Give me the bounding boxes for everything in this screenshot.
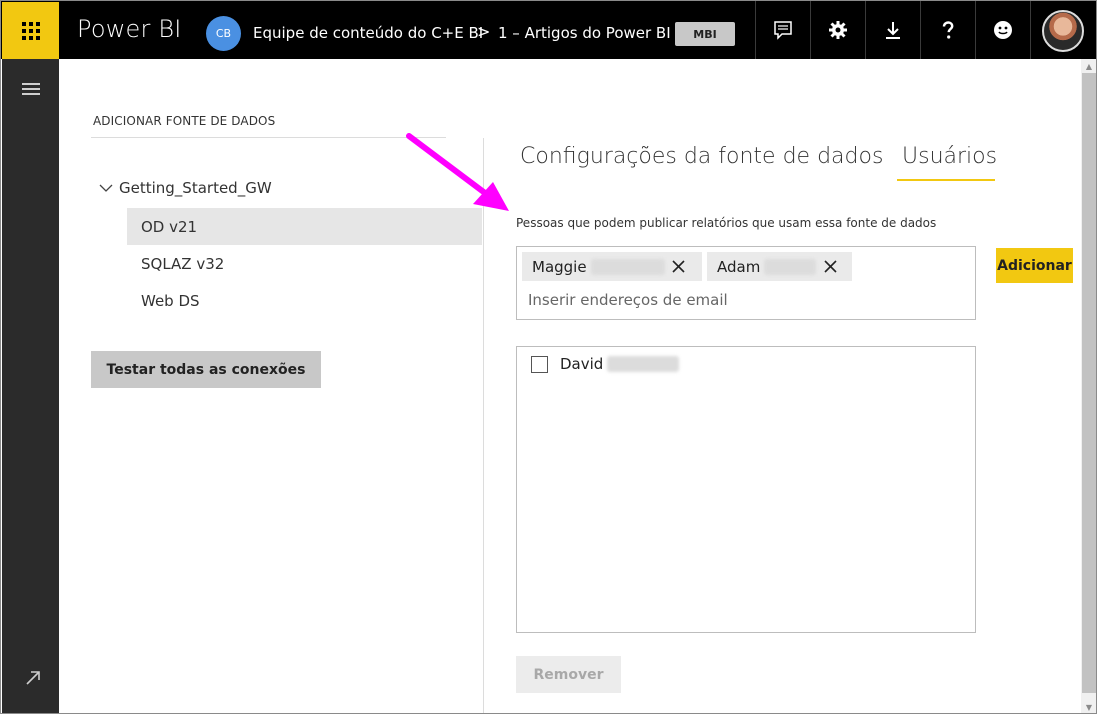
help-icon — [942, 21, 954, 39]
hamburger-menu-icon[interactable] — [22, 83, 40, 95]
users-list: David — [516, 346, 976, 633]
annotation-arrow-icon — [406, 133, 509, 211]
add-button[interactable]: Adicionar — [996, 248, 1073, 283]
download-icon — [886, 22, 900, 39]
nav-rail — [2, 59, 59, 713]
app-window: Power BI CB Equipe de conteúdo do C+E BI… — [0, 0, 1097, 714]
person-chip-name: Adam — [717, 257, 761, 276]
datasource-item-web-ds[interactable]: Web DS — [127, 282, 482, 319]
datasource-label: SQLAZ v32 — [141, 254, 225, 273]
app-launcher-button[interactable] — [2, 2, 59, 59]
section-divider — [91, 137, 446, 138]
datasource-label: OD v21 — [141, 217, 198, 236]
breadcrumb-workspace[interactable]: Equipe de conteúdo do C+E BI — [253, 24, 483, 42]
tab-datasource-settings[interactable]: Configurações da fonte de dados — [520, 144, 883, 169]
settings-button[interactable] — [811, 1, 865, 59]
close-icon — [824, 260, 837, 273]
datasource-item-sqlaz-v32[interactable]: SQLAZ v32 — [127, 245, 482, 282]
classification-badge: MBI — [675, 22, 735, 46]
app-title[interactable]: Power BI — [77, 15, 182, 43]
user-checkbox[interactable] — [531, 355, 548, 373]
scroll-down-arrow-icon[interactable]: ▼ — [1081, 700, 1096, 713]
datasource-label: Web DS — [141, 291, 200, 310]
waffle-icon — [21, 21, 40, 40]
top-bar: Power BI CB Equipe de conteúdo do C+E BI… — [1, 1, 1096, 59]
help-button[interactable] — [921, 1, 975, 59]
remove-chip-button[interactable] — [816, 252, 844, 281]
chevron-down-icon — [99, 184, 113, 192]
active-tab-indicator — [897, 179, 995, 181]
person-chip: Maggie — [522, 252, 702, 281]
gear-icon — [829, 21, 847, 39]
remove-chip-button[interactable] — [665, 252, 693, 281]
person-chip: Adam — [707, 252, 852, 281]
person-chip-name: Maggie — [532, 257, 587, 276]
toolbar-divider — [1030, 1, 1031, 59]
tab-users[interactable]: Usuários — [902, 144, 997, 169]
feedback-button[interactable] — [756, 1, 810, 59]
comment-icon — [774, 21, 792, 40]
people-picker[interactable]: Maggie Adam — [516, 246, 976, 320]
redacted-surname — [590, 258, 665, 275]
test-all-connections-button[interactable]: Testar todas as conexões — [91, 351, 321, 388]
scroll-up-arrow-icon[interactable]: ▲ — [1081, 59, 1096, 73]
panel-divider — [483, 138, 484, 713]
smiley-icon — [994, 21, 1012, 39]
redacted-surname — [764, 258, 817, 275]
breadcrumb-item[interactable]: 1 – Artigos do Power BI — [498, 24, 671, 42]
workspace-avatar[interactable]: CB — [206, 16, 241, 51]
list-item: David — [531, 355, 680, 373]
gateway-node[interactable]: Getting_Started_GW — [99, 179, 272, 197]
user-name: David — [560, 355, 604, 373]
breadcrumb-separator: > — [477, 22, 491, 41]
remove-button[interactable]: Remover — [516, 656, 621, 693]
expand-arrow-icon[interactable] — [24, 669, 42, 687]
download-button[interactable] — [866, 1, 920, 59]
section-title[interactable]: ADICIONAR FONTE DE DADOS — [93, 114, 275, 128]
scrollbar-thumb[interactable] — [1082, 73, 1096, 693]
email-input[interactable] — [528, 291, 958, 309]
users-description: Pessoas que podem publicar relatórios qu… — [516, 216, 937, 230]
user-avatar[interactable] — [1042, 10, 1084, 52]
smiley-button[interactable] — [976, 1, 1030, 59]
redacted-surname — [607, 356, 680, 372]
gateway-name: Getting_Started_GW — [119, 179, 272, 197]
close-icon — [672, 260, 685, 273]
vertical-scrollbar[interactable]: ▲ ▼ — [1081, 59, 1096, 713]
